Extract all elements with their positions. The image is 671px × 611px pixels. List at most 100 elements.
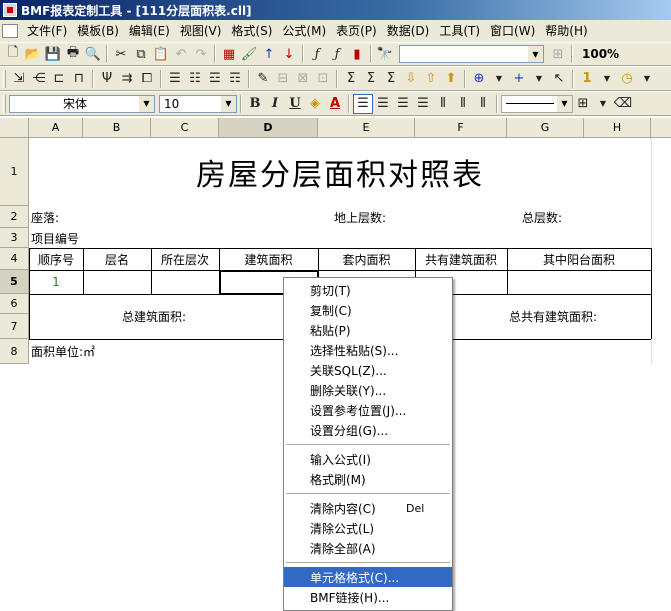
- column-header-b[interactable]: B: [83, 118, 151, 138]
- vertical-top-icon[interactable]: ⦀: [433, 94, 453, 114]
- toolbar-grip[interactable]: [3, 69, 6, 88]
- menu-copy[interactable]: 复制(C): [284, 300, 452, 320]
- page-setup-icon[interactable]: ☲: [205, 69, 225, 89]
- menu-formula[interactable]: 公式(M): [277, 21, 331, 41]
- fill-color-icon[interactable]: ◈: [305, 94, 325, 114]
- italic-button[interactable]: I: [265, 94, 285, 114]
- move-page-icon[interactable]: ☷: [185, 69, 205, 89]
- function-icon[interactable]: ƒ: [307, 44, 327, 64]
- print-icon[interactable]: 🖶: [63, 44, 83, 64]
- filter-icon[interactable]: Ψ: [97, 69, 117, 89]
- clock-dropdown-icon[interactable]: ▼: [637, 69, 657, 89]
- header-shared-area[interactable]: 共有建筑面积: [415, 248, 507, 270]
- border-icon[interactable]: ⊞: [573, 94, 593, 114]
- underline-button[interactable]: U: [285, 94, 305, 114]
- split-icon[interactable]: ⋲: [29, 69, 49, 89]
- menu-cell-format[interactable]: 单元格格式(C)...: [284, 567, 452, 587]
- header-seq[interactable]: 顺序号: [29, 248, 83, 270]
- menu-cut[interactable]: 剪切(T): [284, 280, 452, 300]
- total-shared-area-label[interactable]: 总共有建筑面积:: [455, 294, 651, 339]
- formula-combo[interactable]: ▼: [399, 45, 544, 63]
- redo-icon[interactable]: ↷: [191, 44, 211, 64]
- row-header-4[interactable]: 4: [0, 248, 29, 270]
- menu-input-formula[interactable]: 输入公式(I): [284, 449, 452, 469]
- menu-edit[interactable]: 编辑(E): [124, 21, 175, 41]
- area-unit-label[interactable]: 面积单位:㎡: [29, 339, 279, 364]
- sum-icon[interactable]: Σ: [341, 69, 361, 89]
- eraser-icon[interactable]: ⌫: [613, 94, 633, 114]
- sum-col-icon[interactable]: Σ: [381, 69, 401, 89]
- header-floor-name[interactable]: 层名: [83, 248, 151, 270]
- calc-all-icon[interactable]: ⊟: [273, 69, 293, 89]
- find-icon[interactable]: 🔭: [375, 44, 395, 64]
- total-floors-label[interactable]: 总层数:: [520, 206, 640, 228]
- align-right-icon[interactable]: ☰: [393, 94, 413, 114]
- menu-link-sql[interactable]: 关联SQL(Z)...: [284, 360, 452, 380]
- location-label[interactable]: 座落:: [29, 206, 229, 228]
- column-header-d[interactable]: D: [219, 118, 318, 138]
- column-header-a[interactable]: A: [29, 118, 83, 138]
- frame-icon[interactable]: ⧠: [137, 69, 157, 89]
- menu-set-reference[interactable]: 设置参考位置(J)...: [284, 400, 452, 420]
- print-preview-icon[interactable]: 🔍: [83, 44, 103, 64]
- menu-window[interactable]: 窗口(W): [485, 21, 540, 41]
- font-color-button[interactable]: A: [325, 94, 345, 114]
- row-header-5[interactable]: 5: [0, 270, 29, 294]
- clock-icon[interactable]: ◷: [617, 69, 637, 89]
- header-balcony-area[interactable]: 其中阳台面积: [507, 248, 651, 270]
- export-icon[interactable]: ⇧: [421, 69, 441, 89]
- menu-view[interactable]: 视图(V): [175, 21, 227, 41]
- chevron-down-icon[interactable]: ▼: [528, 46, 543, 62]
- plus-dropdown-icon[interactable]: ▼: [529, 69, 549, 89]
- table-icon[interactable]: ⊞: [548, 44, 568, 64]
- upload-icon[interactable]: ⬆: [441, 69, 461, 89]
- numbering-icon[interactable]: 1: [577, 69, 597, 89]
- above-ground-floors-label[interactable]: 地上层数:: [332, 206, 452, 228]
- row-header-8[interactable]: 8: [0, 339, 29, 364]
- zoom-level[interactable]: 100%: [582, 47, 619, 61]
- insert-row-icon[interactable]: ⊓: [69, 69, 89, 89]
- menu-clear-content[interactable]: 清除内容(C) Del: [284, 498, 452, 518]
- toolbar-grip[interactable]: [3, 94, 6, 113]
- cell-seq-value[interactable]: 1: [29, 270, 83, 294]
- page-break-icon[interactable]: ☶: [225, 69, 245, 89]
- column-header-g[interactable]: G: [507, 118, 584, 138]
- column-header-h[interactable]: H: [584, 118, 651, 138]
- header-floor-level[interactable]: 所在层次: [151, 248, 219, 270]
- recalc-icon[interactable]: ⊠: [293, 69, 313, 89]
- row-header-6[interactable]: 6: [0, 294, 29, 314]
- insert-column-icon[interactable]: ⊏: [49, 69, 69, 89]
- save-icon[interactable]: 💾: [43, 44, 63, 64]
- paste-icon[interactable]: 📋: [151, 44, 171, 64]
- menu-template[interactable]: 模板(B): [72, 21, 124, 41]
- merge-icon[interactable]: ⇲: [9, 69, 29, 89]
- menu-set-group[interactable]: 设置分组(G)...: [284, 420, 452, 440]
- menu-sheet[interactable]: 表页(P): [331, 21, 382, 41]
- plus-icon[interactable]: +: [509, 69, 529, 89]
- justify-icon[interactable]: ☰: [413, 94, 433, 114]
- menu-clear-all[interactable]: 清除全部(A): [284, 538, 452, 558]
- numbering-dropdown-icon[interactable]: ▼: [597, 69, 617, 89]
- sort-ascending-icon[interactable]: ↑: [259, 44, 279, 64]
- font-size-combo[interactable]: 10 ▼: [159, 94, 237, 113]
- chart-icon[interactable]: ▮: [347, 44, 367, 64]
- grid-icon[interactable]: ▦: [219, 44, 239, 64]
- copy-icon[interactable]: ⧉: [131, 44, 151, 64]
- link-icon[interactable]: ⇉: [117, 69, 137, 89]
- menu-tools[interactable]: 工具(T): [434, 21, 485, 41]
- vertical-bottom-icon[interactable]: ⦀: [473, 94, 493, 114]
- menu-paste-special[interactable]: 选择性粘贴(S)...: [284, 340, 452, 360]
- chevron-down-icon[interactable]: ▼: [557, 95, 572, 112]
- import-icon[interactable]: ⇩: [401, 69, 421, 89]
- menu-bmf-link[interactable]: BMF链接(H)...: [284, 587, 452, 607]
- font-name-combo[interactable]: 宋体 ▼: [9, 94, 155, 113]
- format-painter-icon[interactable]: 🖌: [239, 44, 259, 64]
- new-file-icon[interactable]: 🗋: [3, 44, 23, 64]
- sort-descending-icon[interactable]: ↓: [279, 44, 299, 64]
- function-wizard-icon[interactable]: ƒ: [327, 44, 347, 64]
- vertical-middle-icon[interactable]: ⦀: [453, 94, 473, 114]
- menu-help[interactable]: 帮助(H): [540, 21, 592, 41]
- menu-delete-link[interactable]: 删除关联(Y)...: [284, 380, 452, 400]
- row-header-3[interactable]: 3: [0, 228, 29, 248]
- menu-data[interactable]: 数据(D): [382, 21, 435, 41]
